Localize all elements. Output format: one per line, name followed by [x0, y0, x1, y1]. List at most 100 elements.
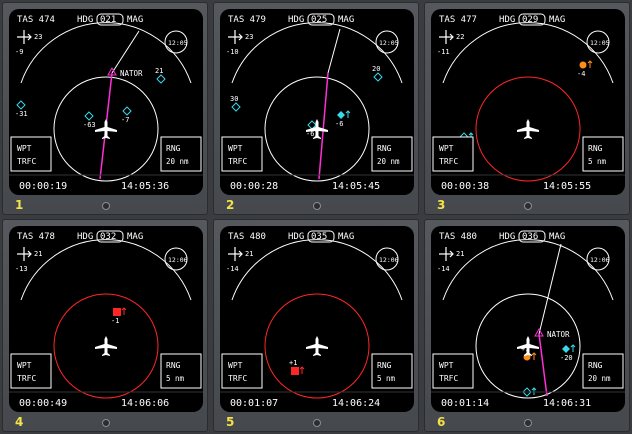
bezel-knob[interactable] — [102, 202, 110, 210]
utc-time: 14:06:31 — [543, 398, 591, 409]
tas-readout: TAS 480 — [228, 232, 266, 242]
nd-svg: TAS 478 HDG 032 MAG21-1312:06-1WPTTRFCRNG5 … — [9, 230, 203, 409]
traffic-altitude-label: 21 — [155, 67, 163, 75]
utc-time: 14:06:24 — [332, 398, 380, 409]
display-panel-6: TAS 480 HDG 036 MAG 21 -14 12:06 NATOR +1 -20 WPT T… — [424, 219, 630, 432]
traffic-altitude-label: -63 — [83, 121, 96, 129]
bezel-knob[interactable] — [102, 419, 110, 427]
display-panel-1: TAS 474 HDG 021 MAG 23 -9 12:05 NATOR 21 -31 -63 -7… — [2, 2, 208, 215]
nd-screen: TAS 477 HDG 029 MAG 22 -11 12:05 -4 WPT TRFC RNG 5 … — [431, 9, 625, 195]
traffic-diamond-icon — [16, 100, 26, 110]
tas-readout: TAS 477 — [439, 15, 477, 25]
clock-readout: 12:05 — [168, 39, 188, 47]
compass-arc — [20, 239, 192, 301]
nd-screen: TAS 474 HDG 021 MAG 23 -9 12:05 NATOR 21 -31 -63 -7… — [9, 9, 203, 195]
utc-time: 14:06:06 — [121, 398, 169, 409]
nd-svg: TAS 480 HDG 035 MAG21-1412:06+1WPTTRFCRNG5 … — [220, 230, 414, 409]
tas-readout: TAS 480 — [439, 232, 477, 242]
waypoint-name: NATOR — [120, 69, 143, 78]
own-aircraft-icon — [95, 336, 117, 356]
elapsed-timer: 00:01:07 — [230, 398, 278, 409]
bearing-line — [327, 28, 341, 74]
rng-label: RNG — [588, 361, 603, 370]
traffic-altitude-label: -31 — [15, 110, 28, 118]
traffic-circle-icon — [579, 61, 587, 69]
rng-label: RNG — [166, 144, 181, 153]
wpt-label: WPT — [439, 144, 454, 153]
nd-screen: TAS 480 HDG 036 MAG 21 -14 12:06 NATOR +1 -20 WPT T… — [431, 226, 625, 412]
compass-arc — [20, 22, 192, 84]
range-value: 20 nm — [588, 374, 611, 383]
nd-svg: TAS 479 HDG 025 MAG23-1012:052030-61-6WPTTR… — [220, 13, 414, 192]
panel-number: 6 — [437, 415, 446, 429]
trfc-label: TRFC — [439, 374, 458, 383]
bezel-knob[interactable] — [524, 202, 532, 210]
traffic-filled-diamond-icon — [337, 111, 345, 119]
wind-speed: 23 — [34, 33, 42, 41]
wind-direction: -9 — [15, 48, 23, 56]
range-value: 20 nm — [377, 157, 400, 166]
clock-readout: 12:06 — [168, 256, 188, 264]
nd-svg: TAS 480 HDG 036 MAG21-1412:06NATOR+1-20WPTT… — [431, 230, 625, 409]
traffic-altitude-label: -1 — [111, 317, 119, 325]
bezel-knob[interactable] — [313, 419, 321, 427]
compass-arc — [442, 239, 614, 301]
own-aircraft-icon — [95, 119, 117, 139]
range-value: 20 nm — [166, 157, 189, 166]
rng-label: RNG — [377, 361, 392, 370]
traffic-diamond-icon — [373, 72, 383, 82]
display-panel-4: TAS 478 HDG 032 MAG 21 -13 12:06 -1 WPT TRFC RNG 5 … — [2, 219, 208, 432]
traffic-altitude-label: 30 — [230, 95, 238, 103]
mag-label: MAG — [549, 232, 565, 242]
utc-time: 14:05:55 — [543, 181, 591, 192]
own-aircraft-icon — [517, 119, 539, 139]
clock-readout: 12:05 — [379, 39, 399, 47]
display-panel-3: TAS 477 HDG 029 MAG 22 -11 12:05 -4 WPT TRFC RNG 5 … — [424, 2, 630, 215]
utc-time: 14:05:45 — [332, 181, 380, 192]
rng-label: RNG — [166, 361, 181, 370]
wpt-label: WPT — [17, 144, 32, 153]
wind-speed: 23 — [245, 33, 253, 41]
wind-speed: 21 — [34, 250, 42, 258]
heading-value: 025 — [311, 15, 327, 25]
wind-arrow-icon — [228, 30, 243, 44]
elapsed-timer: 00:01:14 — [441, 398, 489, 409]
compass-arc — [442, 22, 614, 84]
waypoint-name: NATOR — [547, 330, 570, 339]
wpt-label: WPT — [17, 361, 32, 370]
route-line — [538, 333, 548, 397]
trfc-label: TRFC — [17, 157, 36, 166]
mag-label: MAG — [127, 232, 143, 242]
traffic-altitude-label: -4 — [577, 70, 585, 78]
traffic-altitude-label: -7 — [121, 116, 129, 124]
bezel-knob[interactable] — [524, 419, 532, 427]
wind-direction: -14 — [226, 265, 239, 273]
elapsed-timer: 00:00:38 — [441, 181, 489, 192]
nd-svg: TAS 477 HDG 029 MAG22-1112:05-4WPTTRFCRNG5 … — [431, 13, 625, 192]
wind-arrow-icon — [439, 247, 454, 261]
display-panel-2: TAS 479 HDG 025 MAG 23 -10 12:05 20 30 -61 -6 WPT TR… — [213, 2, 419, 215]
mag-label: MAG — [127, 15, 143, 25]
wpt-label: WPT — [439, 361, 454, 370]
traffic-altitude-label: +1 — [289, 359, 297, 367]
traffic-square-icon — [113, 308, 121, 316]
panel-number: 5 — [226, 415, 235, 429]
panel-number: 2 — [226, 198, 235, 212]
trfc-label: TRFC — [439, 157, 458, 166]
compass-arc — [231, 239, 403, 301]
traffic-altitude-label: -20 — [560, 354, 573, 362]
heading-value: 032 — [100, 232, 116, 242]
wpt-label: WPT — [228, 144, 243, 153]
route-line — [318, 72, 329, 180]
panel-number: 3 — [437, 198, 446, 212]
traffic-altitude-label: 20 — [372, 65, 380, 73]
traffic-diamond-icon — [231, 102, 241, 112]
traffic-diamond-icon — [122, 106, 132, 116]
wind-speed: 21 — [245, 250, 253, 258]
traffic-square-icon — [291, 367, 299, 375]
bezel-knob[interactable] — [313, 202, 321, 210]
display-panel-5: TAS 480 HDG 035 MAG 21 -14 12:06 +1 WPT TRFC RNG 5 … — [213, 219, 419, 432]
traffic-diamond-icon — [84, 111, 94, 121]
heading-value: 021 — [100, 15, 116, 25]
rng-label: RNG — [377, 144, 392, 153]
